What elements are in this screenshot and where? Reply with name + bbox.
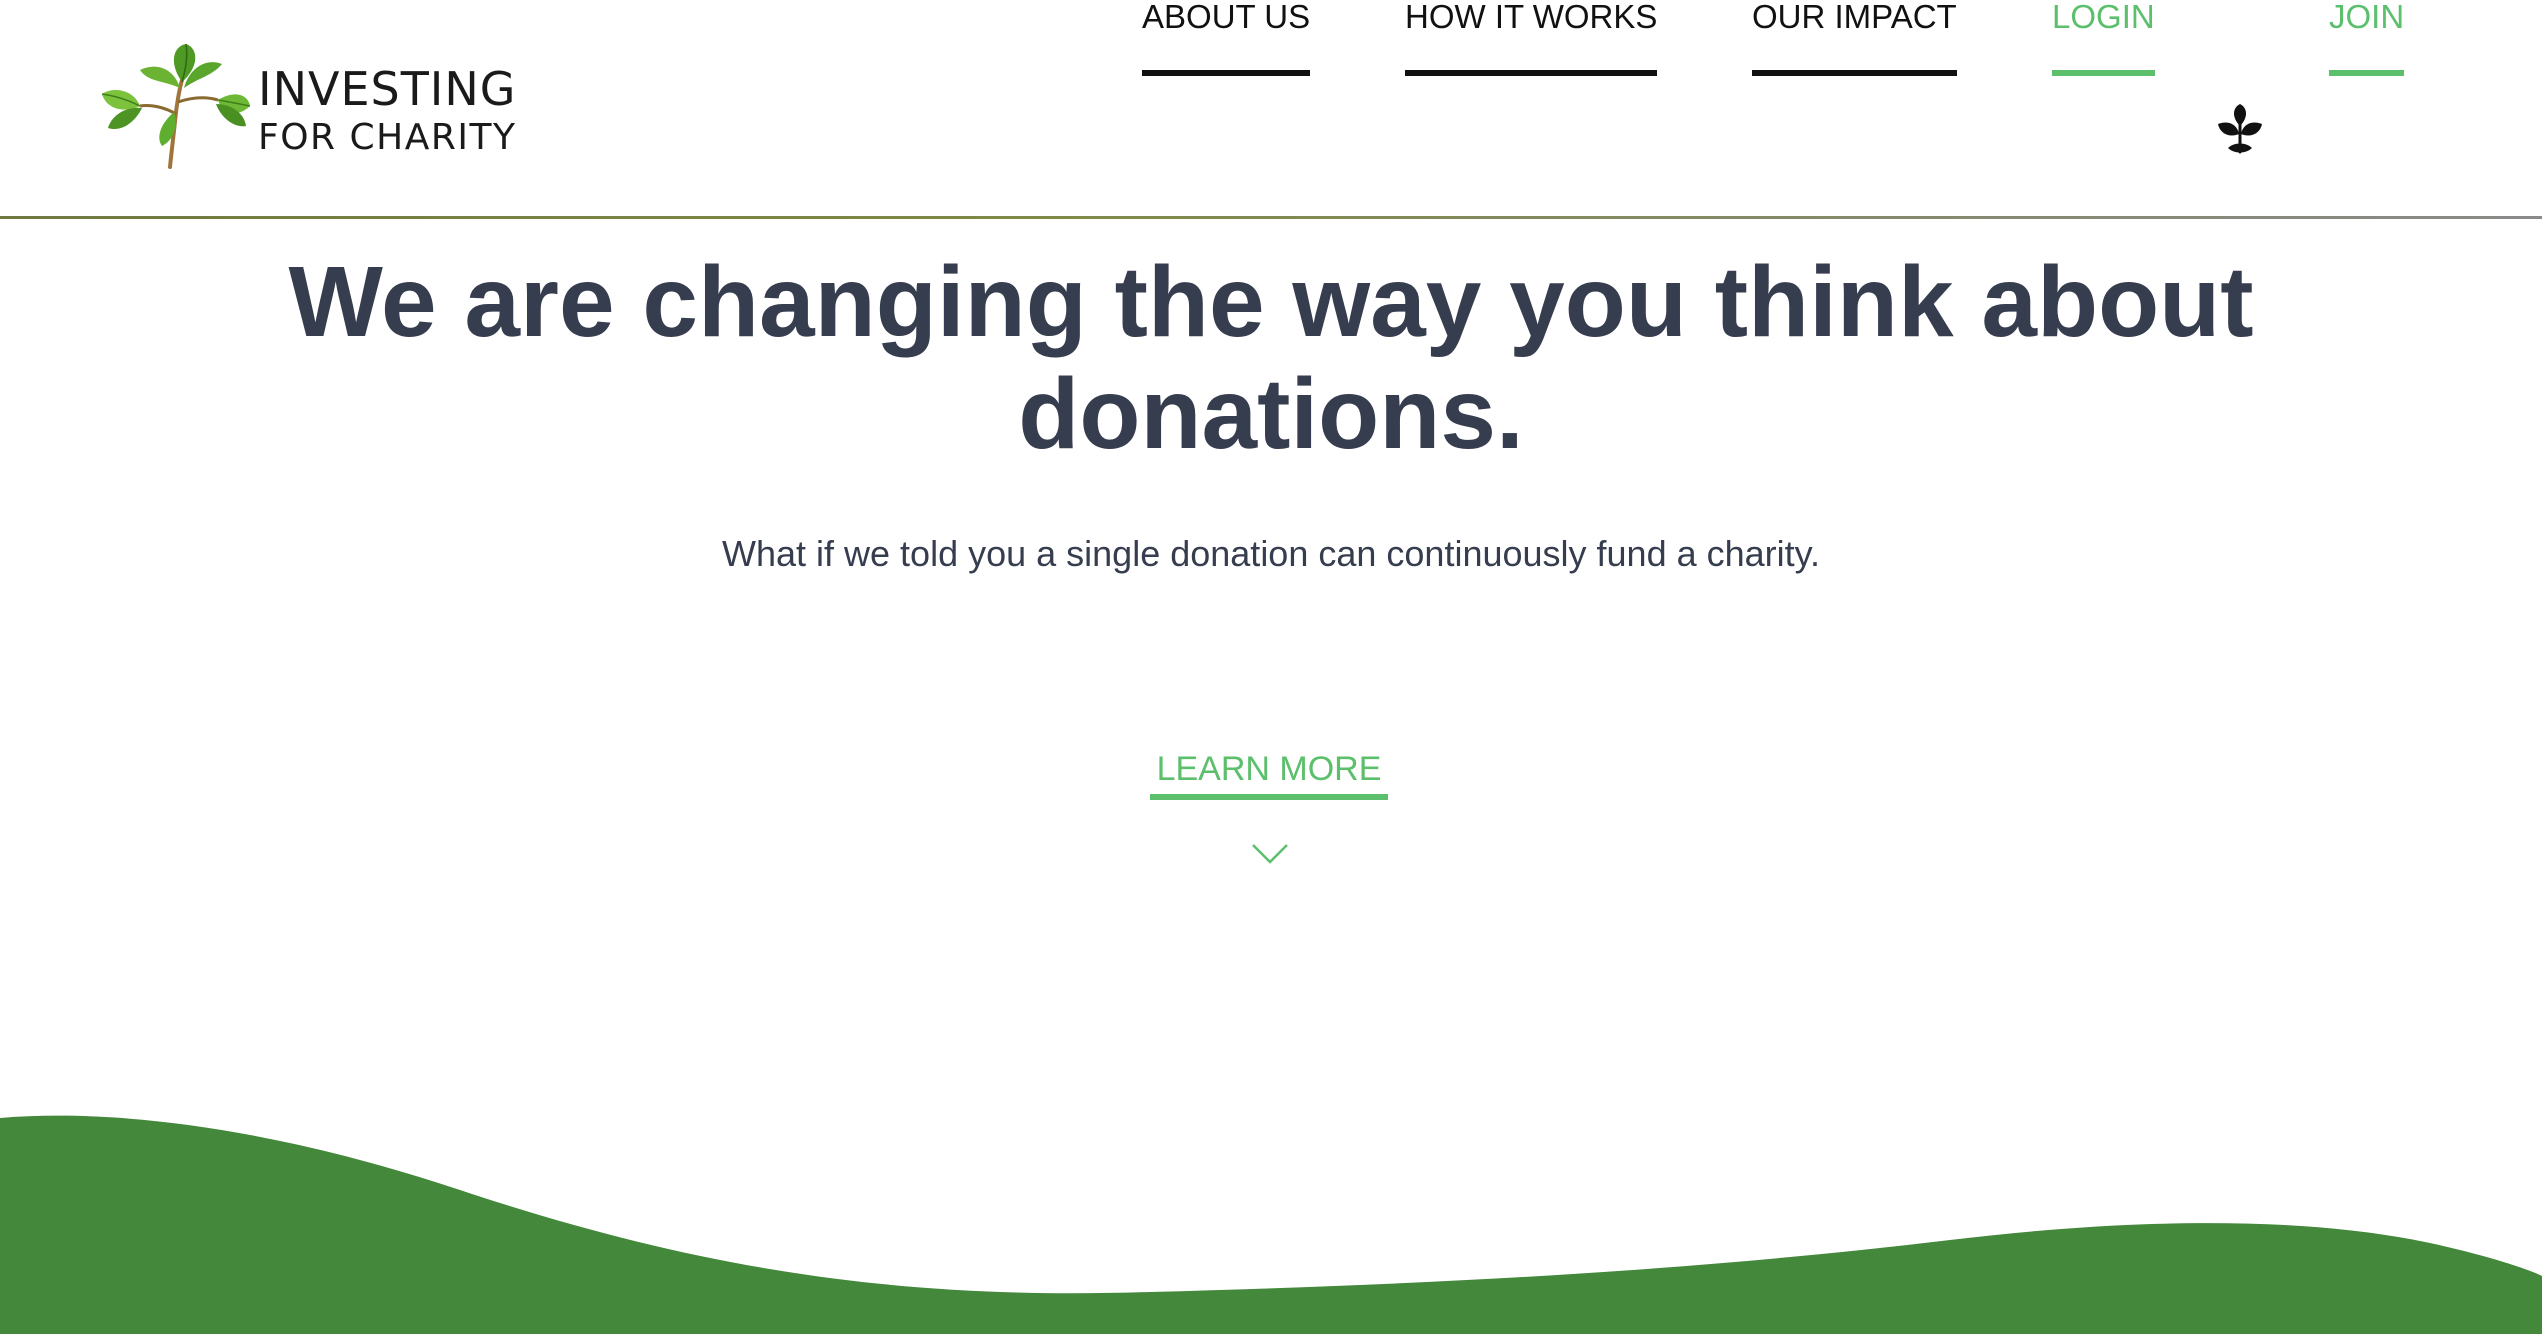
nav-how-it-works[interactable]: HOW IT WORKS xyxy=(1405,0,1658,76)
page: INVESTING FOR CHARITY ABOUT US HOW IT WO… xyxy=(0,0,2542,1334)
nav-join[interactable]: JOIN xyxy=(2329,0,2405,76)
leaf-sprig-icon xyxy=(101,43,250,169)
leaf-icon[interactable] xyxy=(2218,104,2262,156)
brand-line-1: INVESTING xyxy=(258,62,517,116)
hero-title: We are changing the way you think about … xyxy=(288,246,2254,470)
brand-line-2: FOR CHARITY xyxy=(258,117,517,158)
logo[interactable]: INVESTING FOR CHARITY xyxy=(100,42,520,172)
nav-login[interactable]: LOGIN xyxy=(2052,0,2155,76)
site-header: INVESTING FOR CHARITY ABOUT US HOW IT WO… xyxy=(0,0,2542,219)
nav-about-us[interactable]: ABOUT US xyxy=(1142,0,1311,76)
green-wave-footer xyxy=(0,1115,2542,1334)
hero-subtitle: What if we told you a single donation ca… xyxy=(722,533,1820,574)
chevron-down-icon[interactable] xyxy=(1251,842,1289,866)
nav-our-impact[interactable]: OUR IMPACT xyxy=(1752,0,1957,76)
brand-name: INVESTING FOR CHARITY xyxy=(258,66,516,156)
learn-more-button[interactable]: LEARN MORE xyxy=(1150,752,1388,800)
